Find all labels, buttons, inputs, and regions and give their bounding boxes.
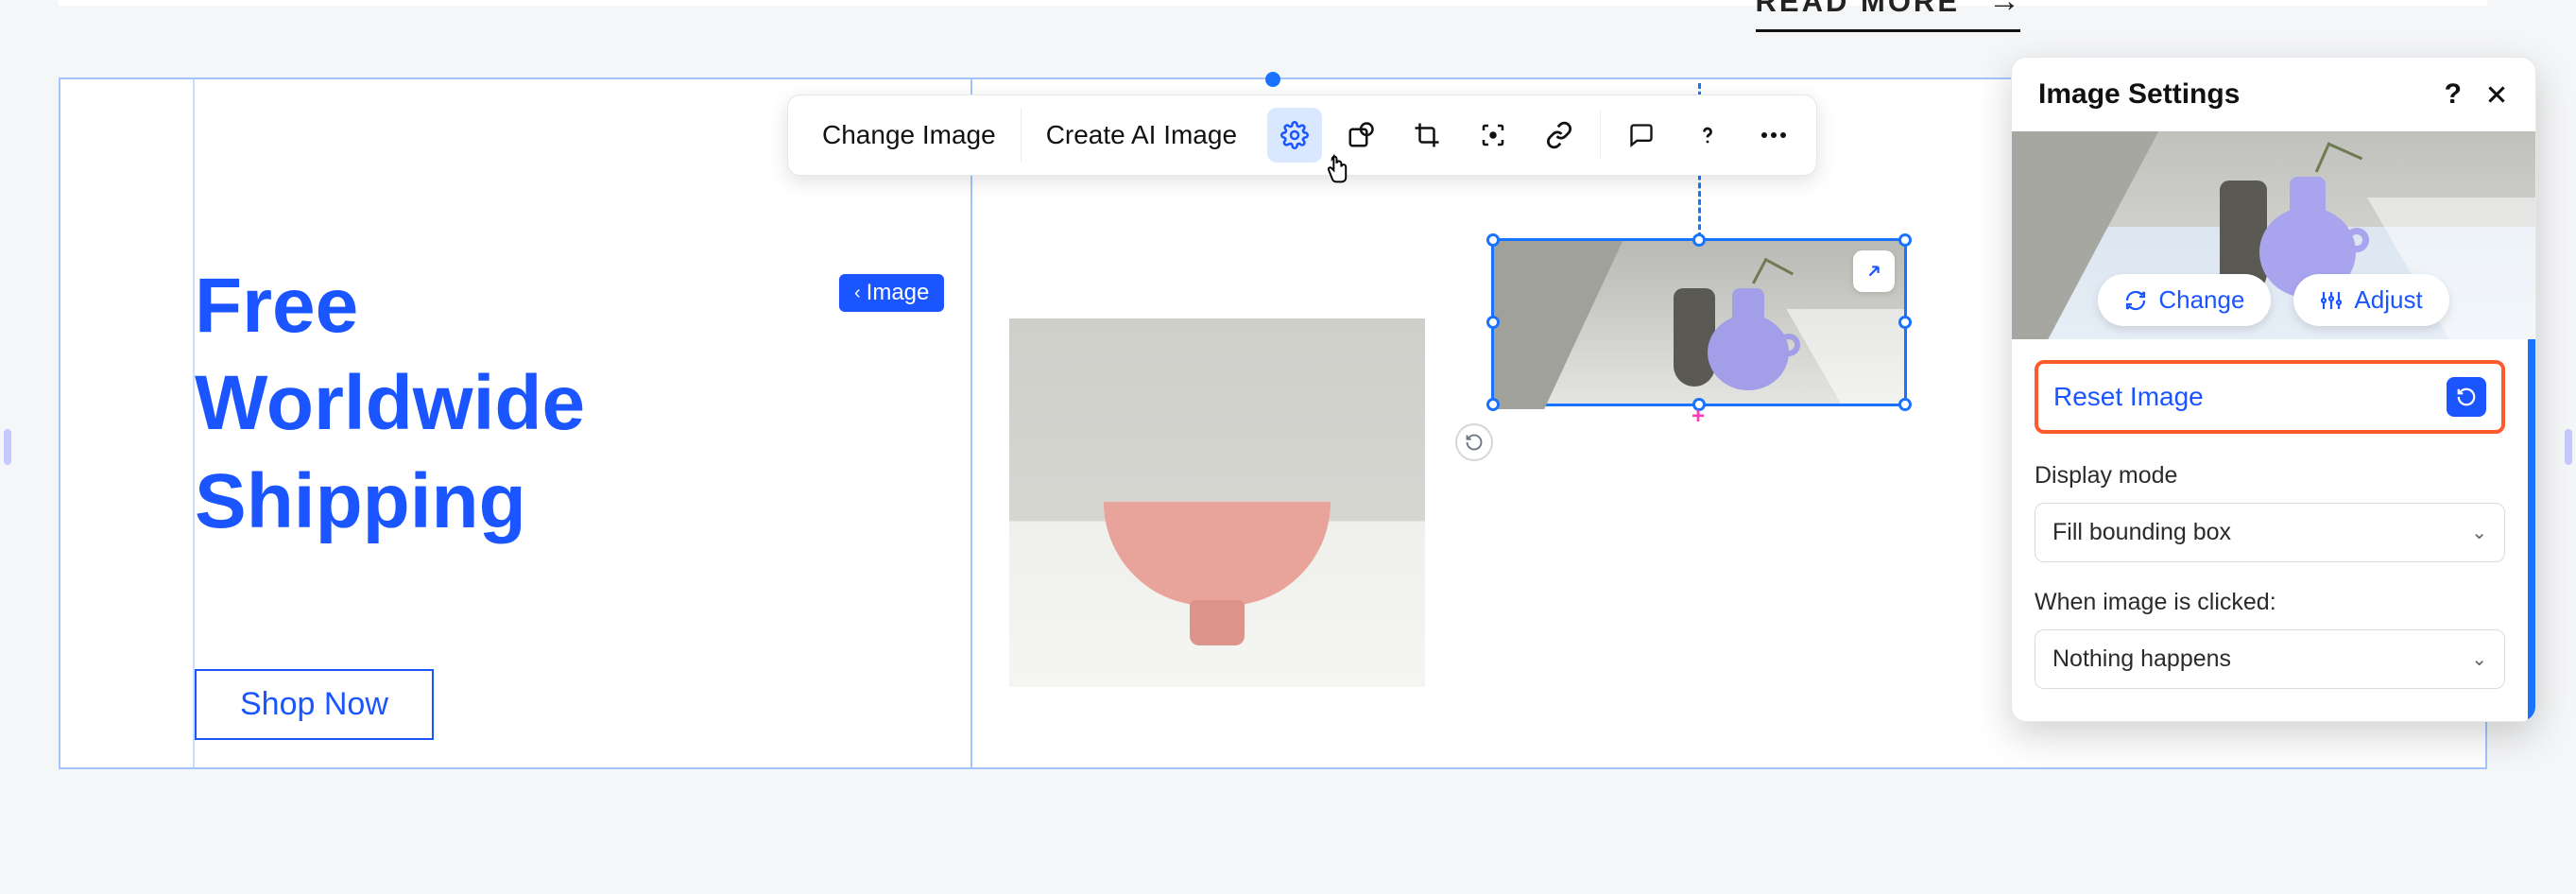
read-more-label: READ MORE: [1756, 0, 1960, 19]
chevron-down-icon: ⌄: [2471, 647, 2487, 671]
panel-title: Image Settings: [2038, 78, 2240, 111]
shop-now-button[interactable]: Shop Now: [195, 669, 434, 740]
section-top-handle[interactable]: [1265, 72, 1280, 87]
arrow-right-icon: →: [1988, 0, 2020, 20]
change-image-button[interactable]: Change Image: [798, 108, 1022, 163]
column-divider[interactable]: [970, 79, 972, 767]
hero-line-3: Shipping: [195, 453, 585, 550]
create-ai-image-button[interactable]: Create AI Image: [1022, 108, 1262, 163]
resize-handle-br[interactable]: [1898, 398, 1912, 411]
resize-handle-mr[interactable]: [1898, 316, 1912, 329]
expand-image-button[interactable]: [1853, 250, 1895, 292]
chevron-down-icon: ⌄: [2471, 521, 2487, 544]
settings-gear-icon[interactable]: [1267, 108, 1322, 163]
element-type-badge[interactable]: ‹ Image: [839, 274, 944, 312]
page-edge-handle-left[interactable]: [4, 429, 11, 465]
crop-icon[interactable]: [1400, 108, 1454, 163]
mask-icon[interactable]: [1333, 108, 1388, 163]
chevron-left-icon: ‹: [854, 283, 861, 304]
panel-close-icon[interactable]: [2484, 82, 2509, 107]
click-action-value: Nothing happens: [2052, 645, 2231, 673]
resize-handle-ml[interactable]: [1486, 316, 1500, 329]
display-mode-value: Fill bounding box: [2052, 519, 2231, 546]
pv-vase-neck: [2290, 177, 2326, 215]
element-type-label: Image: [867, 280, 930, 306]
dark-vase: [1674, 288, 1715, 387]
change-image-label: Change Image: [822, 120, 996, 150]
reset-icon[interactable]: [2447, 377, 2486, 417]
image-preview: Change Adjust: [2012, 131, 2535, 339]
rotate-reset-button[interactable]: [1455, 423, 1493, 461]
add-element-below-icon[interactable]: +: [1692, 404, 1705, 430]
adjust-image-pill[interactable]: Adjust: [2293, 274, 2448, 326]
change-pill-label: Change: [2158, 285, 2244, 315]
create-ai-image-label: Create AI Image: [1046, 120, 1237, 150]
comment-icon[interactable]: [1614, 108, 1669, 163]
display-mode-select[interactable]: Fill bounding box ⌄: [2035, 503, 2505, 562]
purple-vase-neck: [1732, 288, 1764, 322]
img-shadow: [1494, 241, 1683, 409]
read-more-link[interactable]: READ MORE →: [1756, 0, 2020, 32]
resize-handle-bl[interactable]: [1486, 398, 1500, 411]
click-action-label: When image is clicked:: [2035, 589, 2505, 616]
bowl-stem: [1190, 600, 1245, 645]
light-ray: [1762, 309, 1904, 404]
header-section-edge: [59, 0, 2487, 6]
resize-handle-tr[interactable]: [1898, 233, 1912, 247]
panel-header: Image Settings ?: [2012, 58, 2535, 131]
preview-pill-row: Change Adjust: [2012, 274, 2535, 326]
page-edge-handle-right[interactable]: [2565, 429, 2572, 465]
selected-image-element[interactable]: +: [1491, 238, 1907, 406]
shop-now-label: Shop Now: [240, 686, 388, 722]
focal-point-icon[interactable]: [1466, 108, 1520, 163]
panel-help-icon[interactable]: ?: [2445, 78, 2462, 111]
image-floating-toolbar: Change Image Create AI Image: [787, 95, 1817, 176]
hero-line-1: Free: [195, 257, 585, 354]
toolbar-separator: [1600, 111, 1601, 160]
adjust-pill-label: Adjust: [2354, 285, 2422, 315]
change-image-pill[interactable]: Change: [2098, 274, 2271, 326]
panel-body: Reset Image Display mode Fill bounding b…: [2012, 339, 2535, 721]
hero-line-2: Worldwide: [195, 354, 585, 452]
more-icon[interactable]: [1746, 108, 1801, 163]
link-icon[interactable]: [1532, 108, 1587, 163]
reset-image-label: Reset Image: [2053, 382, 2204, 412]
image-settings-panel: Image Settings ? Change Adjust: [2011, 57, 2536, 722]
help-icon[interactable]: [1680, 108, 1735, 163]
resize-handle-tm[interactable]: [1692, 233, 1706, 247]
resize-handle-tl[interactable]: [1486, 233, 1500, 247]
reset-image-row[interactable]: Reset Image: [2035, 360, 2505, 434]
product-image-bowl[interactable]: [1009, 318, 1425, 687]
display-mode-label: Display mode: [2035, 462, 2505, 490]
click-action-select[interactable]: Nothing happens ⌄: [2035, 629, 2505, 689]
hero-heading[interactable]: Free Worldwide Shipping: [195, 257, 585, 550]
